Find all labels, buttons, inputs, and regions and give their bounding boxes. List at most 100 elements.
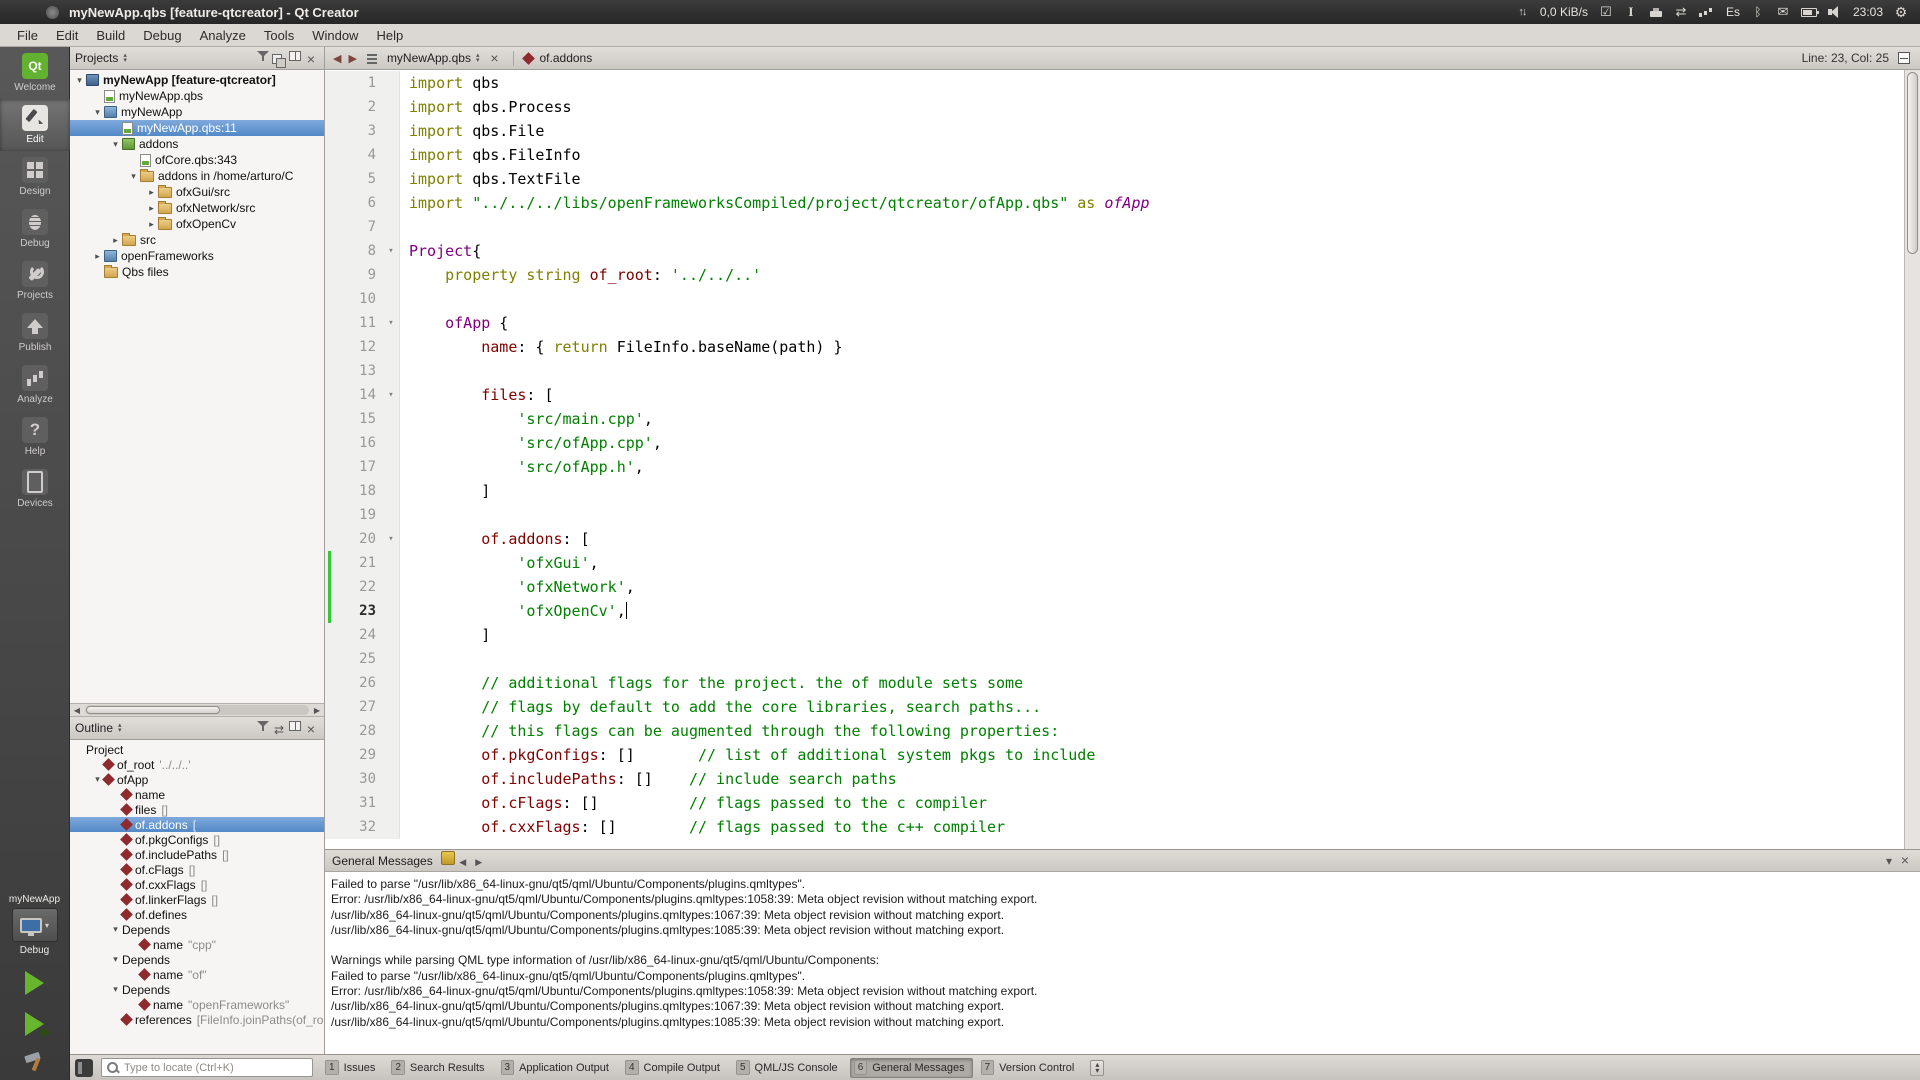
code-line-29[interactable]: 29 of.pkgConfigs: [] // list of addition… [325, 743, 1904, 767]
code-line-27[interactable]: 27 // flags by default to add the core l… [325, 695, 1904, 719]
forward-icon[interactable]: ▶ [348, 52, 356, 65]
code-line-26[interactable]: 26 // additional flags for the project. … [325, 671, 1904, 695]
menu-window[interactable]: Window [303, 26, 367, 45]
split-editor-icon[interactable] [1896, 50, 1912, 66]
close-document-icon[interactable] [487, 50, 503, 66]
tray-item-23-03[interactable]: 23:03 [1853, 5, 1883, 19]
code-line-1[interactable]: 1import qbs [325, 71, 1904, 95]
code-line-11[interactable]: 11▾ ofApp { [325, 311, 1904, 335]
menu-edit[interactable]: Edit [47, 26, 87, 45]
fold-marker-icon[interactable]: ▾ [383, 383, 400, 407]
outline-item-name[interactable]: name [70, 787, 324, 802]
editor-vertical-scrollbar[interactable] [1904, 70, 1920, 849]
swap-arrows-icon[interactable] [1674, 4, 1688, 20]
code-line-24[interactable]: 24 ] [325, 623, 1904, 647]
split-icon[interactable] [287, 48, 303, 64]
chevron-down-icon[interactable]: ▾ [109, 954, 122, 965]
code-line-9[interactable]: 9 property string of_root: '../../..' [325, 263, 1904, 287]
code-line-16[interactable]: 16 'src/ofApp.cpp', [325, 431, 1904, 455]
code-line-15[interactable]: 15 'src/main.cpp', [325, 407, 1904, 431]
outline-item-references[interactable]: references[FileInfo.joinPaths(of_ro [70, 1012, 324, 1027]
project-item-mynewapp-feature-qtcreator[interactable]: ▾myNewApp [feature-qtcreator] [70, 72, 324, 88]
code-line-14[interactable]: 14▾ files: [ [325, 383, 1904, 407]
bluetooth-icon[interactable] [1751, 4, 1765, 20]
net-arrows-icon[interactable] [1515, 4, 1529, 20]
speaker-icon[interactable] [1828, 6, 1842, 18]
outline-item-of-addons[interactable]: of.addons[ [70, 817, 324, 832]
code-line-13[interactable]: 13 [325, 359, 1904, 383]
filter-icon[interactable] [255, 718, 271, 734]
scroll-right-icon[interactable]: ▶ [310, 706, 324, 715]
mode-publish[interactable]: Publish [0, 307, 70, 359]
debug-run-button[interactable] [20, 1010, 50, 1038]
code-line-3[interactable]: 3import qbs.File [325, 119, 1904, 143]
tray-item-0-0-kib-s[interactable]: 0,0 KiB/s [1540, 5, 1588, 19]
code-line-25[interactable]: 25 [325, 647, 1904, 671]
code-line-18[interactable]: 18 ] [325, 479, 1904, 503]
code-line-6[interactable]: 6import "../../../libs/openFrameworksCom… [325, 191, 1904, 215]
outline-item-of-cxxflags[interactable]: of.cxxFlags[] [70, 877, 324, 892]
session-gear-icon[interactable] [1894, 4, 1908, 20]
projects-horizontal-scrollbar[interactable]: ◀ ▶ [70, 703, 325, 717]
chevron-down-icon[interactable]: ▾ [73, 75, 86, 86]
mail-icon[interactable] [1776, 4, 1790, 20]
outline-item-name[interactable]: name"openFrameworks" [70, 997, 324, 1012]
run-button[interactable] [20, 969, 50, 997]
outline-item-of-pkgconfigs[interactable]: of.pkgConfigs[] [70, 832, 324, 847]
project-item-src[interactable]: ▸src [70, 232, 324, 248]
mode-help[interactable]: Help [0, 411, 70, 463]
code-line-8[interactable]: 8▾Project{ [325, 239, 1904, 263]
close-icon[interactable] [303, 51, 319, 67]
close-icon[interactable] [1897, 852, 1913, 868]
panel-selector-arrows-icon[interactable]: ▴▾ [118, 723, 122, 733]
chevron-right-icon[interactable]: ▸ [145, 187, 158, 198]
printer-icon[interactable] [1649, 7, 1663, 18]
code-line-5[interactable]: 5import qbs.TextFile [325, 167, 1904, 191]
scrollbar-track[interactable] [85, 705, 309, 715]
scroll-left-icon[interactable]: ◀ [70, 706, 84, 715]
project-item-mynewapp-qbs-11[interactable]: myNewApp.qbs:11 [70, 120, 324, 136]
code-line-7[interactable]: 7 [325, 215, 1904, 239]
fold-marker-icon[interactable]: ▾ [383, 527, 400, 551]
pane-button-version-control[interactable]: 7Version Control [977, 1058, 1083, 1078]
chevron-down-icon[interactable]: ▾ [109, 139, 122, 150]
pane-button-general-messages[interactable]: 6General Messages [850, 1058, 973, 1078]
pane-button-application-output[interactable]: 3Application Output [497, 1058, 617, 1078]
outline-item-of-defines[interactable]: of.defines [70, 907, 324, 922]
outline-item-of-root[interactable]: of_root'../../..' [70, 757, 324, 772]
checkbox-icon[interactable] [1599, 4, 1613, 20]
mode-welcome[interactable]: Welcome [0, 47, 70, 99]
code-editor[interactable]: 1import qbs2import qbs.Process3import qb… [325, 70, 1920, 849]
code-line-22[interactable]: 22 'ofxNetwork', [325, 575, 1904, 599]
code-line-17[interactable]: 17 'src/ofApp.h', [325, 455, 1904, 479]
project-item-qbs-files[interactable]: Qbs files [70, 264, 324, 280]
mode-debug[interactable]: Debug [0, 203, 70, 255]
mode-edit[interactable]: Edit [0, 99, 70, 151]
outline-item-files[interactable]: files[] [70, 802, 324, 817]
project-item-ofcore-qbs-343[interactable]: ofCore.qbs:343 [70, 152, 324, 168]
code-line-28[interactable]: 28 // this flags can be augmented throug… [325, 719, 1904, 743]
code-line-20[interactable]: 20▾ of.addons: [ [325, 527, 1904, 551]
pane-button-issues[interactable]: 1Issues [321, 1058, 383, 1078]
menu-help[interactable]: Help [367, 26, 412, 45]
code-line-31[interactable]: 31 of.cFlags: [] // flags passed to the … [325, 791, 1904, 815]
chevron-right-icon[interactable]: ▸ [145, 219, 158, 230]
app-menu-icon[interactable] [46, 6, 59, 19]
menu-analyze[interactable]: Analyze [191, 26, 255, 45]
code-line-19[interactable]: 19 [325, 503, 1904, 527]
mode-projects[interactable]: Projects [0, 255, 70, 307]
pane-button-compile-output[interactable]: 4Compile Output [621, 1058, 728, 1078]
project-item-addons-in-home-arturo-c[interactable]: ▾addons in /home/arturo/C [70, 168, 324, 184]
symbol-dropdown[interactable]: of.addons [540, 51, 593, 65]
menu-tools[interactable]: Tools [255, 26, 303, 45]
chevron-right-icon[interactable]: ▸ [91, 251, 104, 262]
chevron-down-icon[interactable]: ▾ [109, 984, 122, 995]
mode-analyze[interactable]: Analyze [0, 359, 70, 411]
mode-devices[interactable]: Devices [0, 463, 70, 515]
outline-item-project[interactable]: Project [70, 742, 324, 757]
build-button[interactable] [23, 1050, 47, 1072]
kit-selector-button[interactable]: ▾ [12, 908, 58, 942]
project-item-openframeworks[interactable]: ▸openFrameworks [70, 248, 324, 264]
outline-item-name[interactable]: name"cpp" [70, 937, 324, 952]
panel-selector[interactable]: Outline [75, 721, 113, 735]
